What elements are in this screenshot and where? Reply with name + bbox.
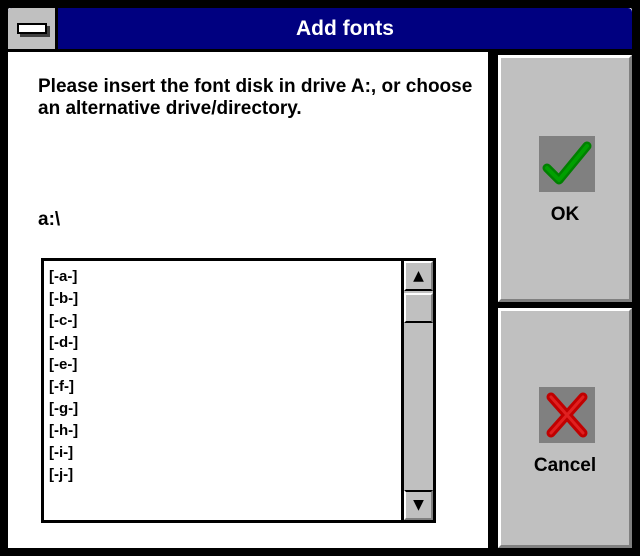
scroll-up-button[interactable]: ▲ [404, 261, 433, 291]
list-item[interactable]: [-j-] [49, 464, 78, 486]
system-menu-icon [17, 23, 47, 34]
list-item[interactable]: [-e-] [49, 354, 78, 376]
button-panel: OK Cancel [488, 52, 632, 548]
list-item[interactable]: [-c-] [49, 310, 78, 332]
cancel-x-icon [539, 387, 595, 443]
vertical-scrollbar[interactable]: ▲ ▼ [401, 261, 433, 520]
list-item[interactable]: [-d-] [49, 332, 78, 354]
list-items: [-a-] [-b-] [-c-] [-d-] [-e-] [-f-] [-g-] [-h-]… [49, 266, 78, 486]
drive-directory-list[interactable]: [-a-] [-b-] [-c-] [-d-] [-e-] [-f-] [-g-] [-h-]… [41, 258, 436, 523]
title-bar[interactable]: Add fonts [8, 8, 632, 52]
instruction-text: Please insert the font disk in drive A:,… [38, 76, 473, 119]
current-path-label: a:\ [38, 209, 61, 230]
list-item[interactable]: [-g-] [49, 398, 78, 420]
cancel-button[interactable]: Cancel [498, 308, 632, 548]
list-item[interactable]: [-b-] [49, 288, 78, 310]
checkmark-icon [539, 136, 595, 192]
list-item[interactable]: [-f-] [49, 376, 78, 398]
system-menu-button[interactable] [8, 8, 58, 49]
ok-button-label: OK [550, 204, 580, 225]
list-item[interactable]: [-i-] [49, 442, 78, 464]
list-item[interactable]: [-h-] [49, 420, 78, 442]
scroll-thumb[interactable] [404, 293, 433, 323]
list-item[interactable]: [-a-] [49, 266, 78, 288]
add-fonts-dialog: Add fonts Please insert the font disk in… [0, 0, 640, 556]
ok-button[interactable]: OK [498, 55, 632, 302]
cancel-button-label: Cancel [533, 455, 597, 476]
scroll-down-button[interactable]: ▼ [404, 490, 433, 520]
window-title: Add fonts [296, 17, 394, 40]
